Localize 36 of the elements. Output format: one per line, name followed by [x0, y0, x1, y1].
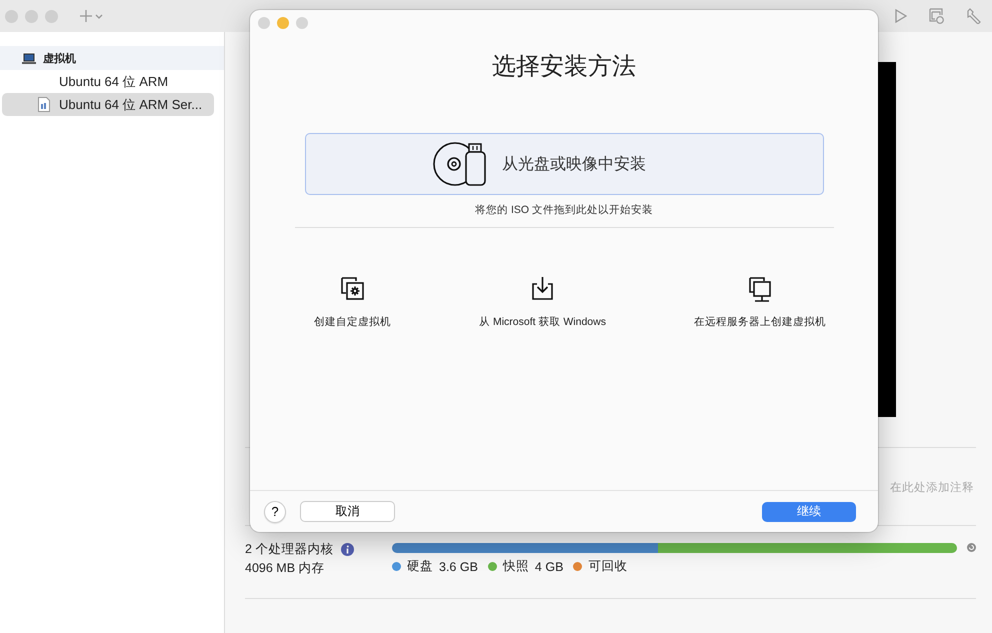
minimize-button[interactable] [277, 17, 289, 29]
sidebar-item[interactable]: Ubuntu 64 位 ARM [2, 70, 214, 93]
install-from-disc-option[interactable]: 从光盘或映像中安装 [304, 133, 824, 195]
minimize-button[interactable] [25, 10, 38, 22]
legend-label: 可回收 [588, 558, 628, 575]
option-label[interactable]: 从 Microsoft 获取 Windows [479, 315, 606, 329]
help-button[interactable]: ? [264, 500, 286, 522]
legend-value: 3.6 GB [439, 560, 478, 574]
wrench-icon[interactable] [966, 8, 982, 24]
legend-value: 4 GB [534, 560, 564, 574]
continue-button[interactable]: 继续 [762, 502, 856, 522]
reclaim-icon[interactable] [967, 543, 976, 552]
drop-hint: 将您的 ISO 文件拖到此处以开始安装 [475, 203, 653, 217]
close-button[interactable] [5, 10, 18, 22]
document-icon [38, 97, 50, 112]
sidebar-item[interactable]: Ubuntu 64 位 ARM Ser... [2, 93, 214, 116]
info-icon[interactable] [341, 543, 354, 556]
laptop-icon [22, 52, 36, 64]
close-button[interactable] [258, 17, 270, 29]
processor-count: 2 个处理器内核 [245, 541, 334, 558]
download-icon[interactable] [530, 276, 555, 302]
legend-label: 快照 [502, 558, 529, 575]
play-icon[interactable] [895, 9, 907, 23]
server-screens-icon[interactable] [748, 276, 772, 302]
legend-label: 硬盘 [407, 558, 433, 575]
add-icon[interactable] [80, 10, 104, 22]
snapshot-icon[interactable] [929, 8, 944, 24]
memory-size: 4096 MB 内存 [245, 560, 325, 577]
zoom-button[interactable] [296, 17, 308, 29]
section-label: 虚拟机 [43, 52, 76, 66]
copy-with-gear-icon[interactable] [340, 276, 365, 302]
cancel-button[interactable]: 取消 [300, 501, 395, 522]
zoom-button[interactable] [45, 10, 58, 22]
option-label[interactable]: 创建自定虚拟机 [314, 315, 391, 329]
option-label[interactable]: 在远程服务器上创建虚拟机 [694, 315, 826, 329]
dialog-title: 选择安装方法 [492, 52, 636, 82]
